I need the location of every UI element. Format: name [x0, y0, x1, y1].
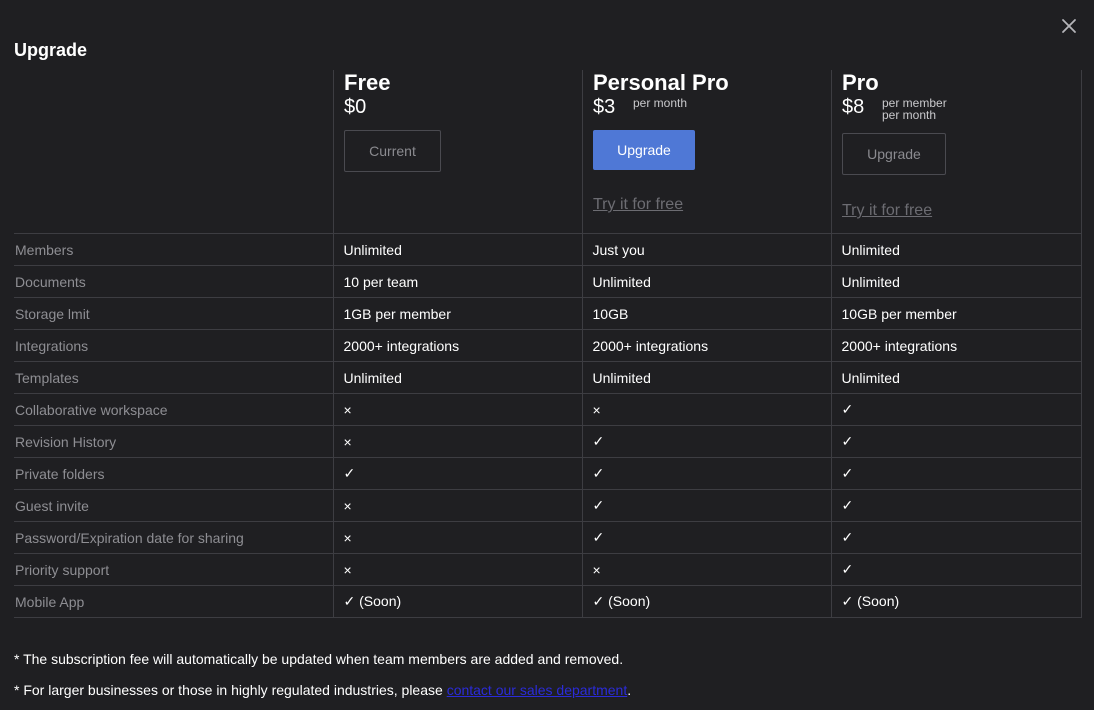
feature-value: ✓: [581, 425, 831, 458]
feature-value: Unlimited: [830, 265, 1082, 298]
feature-label: Templates: [14, 361, 333, 394]
footnote-fee: * The subscription fee will automaticall…: [14, 651, 624, 667]
feature-value: Unlimited: [581, 361, 831, 394]
feature-value: ✓ (Soon): [830, 585, 1082, 618]
feature-value: Unlimited: [332, 361, 582, 394]
feature-row: Guest invite × ✓ ✓: [14, 489, 1082, 522]
plan-name: Personal Pro: [593, 70, 729, 95]
feature-value: 1GB per member: [332, 297, 582, 330]
feature-row: Members Unlimited Just you Unlimited: [14, 233, 1082, 266]
feature-value: ✓ (Soon): [332, 585, 582, 618]
feature-value: ✓: [581, 521, 831, 554]
plan-period: per member per month: [882, 96, 947, 122]
feature-row: Revision History × ✓ ✓: [14, 425, 1082, 458]
feature-label: Priority support: [14, 553, 333, 586]
feature-label: Guest invite: [14, 489, 333, 522]
feature-label: Password/Expiration date for sharing: [14, 521, 333, 554]
feature-value: Unlimited: [830, 361, 1082, 394]
feature-value: ✓: [581, 457, 831, 490]
feature-value: 10 per team: [332, 265, 582, 298]
contact-sales-link[interactable]: contact our sales department: [447, 682, 628, 698]
feature-value: ×: [332, 425, 582, 458]
plan-name: Pro: [842, 70, 879, 95]
feature-value: 2000+ integrations: [332, 329, 582, 362]
plan-period: per month: [633, 96, 688, 110]
upgrade-personal-pro-button[interactable]: Upgrade: [593, 130, 695, 170]
feature-value: Unlimited: [332, 233, 582, 266]
plan-free: Free $0 Current: [333, 70, 583, 233]
feature-value: ✓: [830, 489, 1082, 522]
feature-label: Members: [14, 233, 333, 266]
plan-price: $8: [842, 96, 865, 118]
feature-value: ✓: [332, 457, 582, 490]
modal-title: Upgrade: [14, 40, 88, 60]
feature-value: 10GB per member: [830, 297, 1082, 330]
footnote-business-suffix: .: [627, 682, 632, 698]
upgrade-modal: Upgrade Free $0 Current Personal Pro $3 …: [0, 0, 1094, 710]
feature-value: ✓: [830, 457, 1082, 490]
feature-value: ×: [332, 489, 582, 522]
feature-value: 10GB: [581, 297, 831, 330]
footnote-business: * For larger businesses or those in high…: [14, 682, 631, 698]
plan-price: $0: [344, 96, 367, 118]
feature-label: Mobile App: [14, 585, 333, 618]
feature-value: Unlimited: [581, 265, 831, 298]
current-plan-button[interactable]: Current: [344, 130, 441, 172]
plan-price: $3: [593, 96, 616, 118]
feature-value: ×: [581, 553, 831, 586]
feature-row: Templates Unlimited Unlimited Unlimited: [14, 361, 1082, 394]
feature-label: Integrations: [14, 329, 333, 362]
feature-value: ✓ (Soon): [581, 585, 831, 618]
feature-label: Private folders: [14, 457, 333, 490]
feature-value: ✓: [830, 425, 1082, 458]
feature-value: ✓: [830, 393, 1082, 426]
feature-table: Members Unlimited Just you Unlimited Documen…: [14, 233, 1082, 618]
feature-value: 2000+ integrations: [581, 329, 831, 362]
feature-row: Private folders ✓ ✓ ✓: [14, 457, 1082, 490]
feature-value: ×: [332, 553, 582, 586]
feature-row: Password/Expiration date for sharing × ✓ ✓: [14, 521, 1082, 554]
feature-value: ×: [332, 393, 582, 426]
feature-row: Mobile App ✓ (Soon) ✓ (Soon) ✓ (Soon): [14, 585, 1082, 618]
feature-value: Unlimited: [830, 233, 1082, 266]
feature-label: Storage lmit: [14, 297, 333, 330]
feature-row: Collaborative workspace × × ✓: [14, 393, 1082, 426]
close-icon[interactable]: [1058, 15, 1080, 37]
plan-pro: Pro $8 per member per month Upgrade Try …: [831, 70, 1082, 233]
feature-row: Integrations 2000+ integrations 2000+ inte…: [14, 329, 1082, 362]
feature-row: Documents 10 per team Unlimited Unlimited: [14, 265, 1082, 298]
feature-value: 2000+ integrations: [830, 329, 1082, 362]
feature-value: ✓: [830, 553, 1082, 586]
feature-value: ×: [581, 393, 831, 426]
feature-label: Collaborative workspace: [14, 393, 333, 426]
feature-value: Just you: [581, 233, 831, 266]
feature-row: Storage lmit 1GB per member 10GB 10GB per m…: [14, 297, 1082, 330]
plan-name: Free: [344, 70, 391, 95]
plan-personal-pro: Personal Pro $3 per month Upgrade Try it…: [582, 70, 832, 233]
try-free-link[interactable]: Try it for free: [593, 196, 683, 214]
feature-label: Documents: [14, 265, 333, 298]
feature-value: ×: [332, 521, 582, 554]
footnote-business-text: * For larger businesses or those in high…: [14, 682, 447, 698]
upgrade-pro-button[interactable]: Upgrade: [842, 133, 946, 175]
feature-value: ✓: [581, 489, 831, 522]
try-free-link[interactable]: Try it for free: [842, 202, 932, 220]
feature-label: Revision History: [14, 425, 333, 458]
feature-value: ✓: [830, 521, 1082, 554]
feature-row: Priority support × × ✓: [14, 553, 1082, 586]
